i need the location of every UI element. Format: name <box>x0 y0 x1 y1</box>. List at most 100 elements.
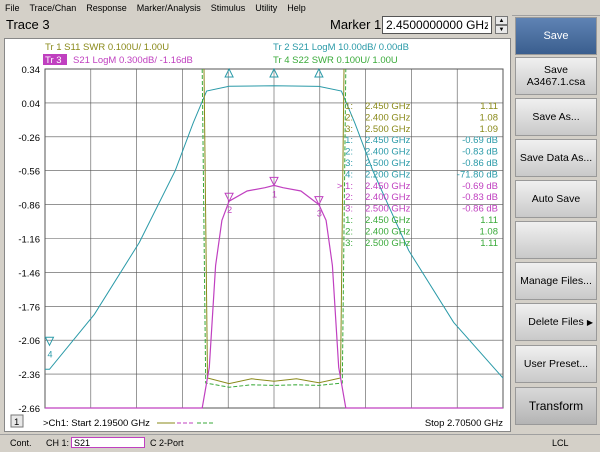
softkey-label: Auto Save <box>531 193 581 205</box>
marker-frequency-input[interactable] <box>382 16 492 34</box>
y-tick-label: -1.76 <box>18 302 40 313</box>
marker-table-id: 2: <box>345 147 353 158</box>
menu-bar: File Trace/Chan Response Marker/Analysis Sti… <box>0 0 600 16</box>
softkey-label: Save <box>543 30 569 42</box>
trace1-header: Tr 1 S11 SWR 0.100U/ 1.00U <box>45 42 169 53</box>
marker-number: 1 <box>272 189 277 199</box>
status-channel: CH 1: <box>46 438 70 448</box>
marker-table-freq: 2.500 GHz <box>365 204 411 215</box>
softkey-label: User Preset... <box>523 358 589 370</box>
menu-item-utility[interactable]: Utility <box>250 3 282 13</box>
marker-table-freq: 2.450 GHz <box>365 135 411 146</box>
softkey-user-preset[interactable]: User Preset... <box>515 345 597 383</box>
marker-table-freq: 2.200 GHz <box>365 169 411 180</box>
trace4-header: Tr 4 S22 SWR 0.100U/ 1.00U <box>273 55 398 66</box>
marker-table-value: 1.08 <box>480 112 499 123</box>
marker-table-freq: 2.500 GHz <box>365 238 411 249</box>
stop-frequency: Stop 2.70500 GHz <box>425 418 503 429</box>
softkey-auto-save[interactable]: Auto Save <box>515 180 597 218</box>
marker-table-value: 1.08 <box>480 226 499 237</box>
y-tick-label: -1.46 <box>18 268 40 279</box>
chart-svg: 0.34 0.04 -0.26 -0.56 -0.86 -1.16 -1.46 -1.76 -2… <box>10 42 504 429</box>
marker-table-id: 2: <box>345 192 353 203</box>
menu-item-marker-analysis[interactable]: Marker/Analysis <box>132 3 206 13</box>
marker-table-id: 1: <box>345 215 353 226</box>
marker-table-id: 3: <box>345 124 353 135</box>
y-tick-label: -2.36 <box>18 370 40 381</box>
active-trace-title: Trace 3 <box>6 17 50 32</box>
menu-item-response[interactable]: Response <box>81 3 132 13</box>
softkey-label: Save As... <box>532 111 580 123</box>
marker-table-id: 1: <box>345 101 353 112</box>
softkey-save-a3467-1-csa[interactable]: Save A3467.1.csa <box>515 57 597 95</box>
marker-table-freq: 2.450 GHz <box>365 215 411 226</box>
trace2-header: Tr 2 S21 LogM 10.00dB/ 0.00dB <box>273 42 409 53</box>
softkey-save[interactable]: Save <box>515 17 597 55</box>
marker-number: 3 <box>317 209 322 219</box>
toolbar: Trace 3 Marker 1 ▲ ▼ <box>0 15 512 37</box>
measurement-chart[interactable]: 0.34 0.04 -0.26 -0.56 -0.86 -1.16 -1.46 -1.76 -2… <box>4 38 511 432</box>
status-port: C 2-Port <box>150 438 184 448</box>
softkey-save-data-as[interactable]: Save Data As... <box>515 139 597 177</box>
status-bar: Cont. CH 1: S21 C 2-Port LCL <box>0 434 600 452</box>
trace3-header: S21 LogM 0.300dB/ -1.16dB <box>73 55 193 66</box>
marker-table-id: 3: <box>345 158 353 169</box>
trace3-badge: Tr 3 <box>45 55 62 66</box>
softkey-save-as[interactable]: Save As... <box>515 98 597 136</box>
softkey-transform[interactable]: Transform <box>515 387 597 425</box>
y-tick-label: 0.34 <box>22 65 41 76</box>
y-tick-label: 0.04 <box>22 99 41 110</box>
y-tick-label: -0.26 <box>18 133 40 144</box>
spin-up-icon[interactable]: ▲ <box>495 16 508 25</box>
marker-table-id: 2: <box>345 112 353 123</box>
marker-spinner[interactable]: ▲ ▼ <box>495 16 508 35</box>
marker-number: 2 <box>227 205 232 215</box>
menu-item-trace-chan[interactable]: Trace/Chan <box>25 3 82 13</box>
softkey-panel: Save Save A3467.1.csa Save As... Save Data A… <box>513 17 600 435</box>
marker-table-id: 3: <box>345 204 353 215</box>
marker-table-freq: 2.400 GHz <box>365 112 411 123</box>
y-tick-label: -1.16 <box>18 235 40 246</box>
marker-table-value: 1.11 <box>480 101 498 112</box>
marker-table-freq: 2.450 GHz <box>365 101 411 112</box>
marker-table-value: -0.83 dB <box>462 147 498 158</box>
marker-table-id: 2: <box>345 226 353 237</box>
softkey-label: Save Data As... <box>519 152 593 164</box>
status-lcl: LCL <box>552 438 569 448</box>
softkey-label: Save <box>544 64 568 76</box>
marker-table-id: 1: <box>345 135 353 146</box>
marker-table-freq: 2.400 GHz <box>365 226 411 237</box>
marker-table-value: 1.11 <box>480 238 498 249</box>
marker-number: 4 <box>47 349 52 359</box>
softkey-sublabel: A3467.1.csa <box>526 76 586 88</box>
marker-label: Marker 1 <box>330 17 382 32</box>
marker-table-value: 1.09 <box>480 124 499 135</box>
menu-item-file[interactable]: File <box>0 3 25 13</box>
softkey-delete-files[interactable]: Delete Files ▶ <box>515 303 597 341</box>
softkey-blank-5[interactable] <box>515 221 597 259</box>
status-parameter: S21 <box>71 437 145 448</box>
menu-item-stimulus[interactable]: Stimulus <box>206 3 251 13</box>
marker-table-value: -0.86 dB <box>462 158 498 169</box>
y-tick-label: -0.56 <box>18 167 40 178</box>
marker-table-value: -0.86 dB <box>462 204 498 215</box>
marker-table-value: 1.11 <box>480 215 498 226</box>
submenu-arrow-icon: ▶ <box>586 317 593 327</box>
softkey-label: Delete Files <box>528 316 584 328</box>
marker-table-freq: 2.400 GHz <box>365 192 411 203</box>
marker-table-value: -0.69 dB <box>462 135 498 146</box>
marker-table-freq: 2.500 GHz <box>365 124 411 135</box>
marker-table-freq: 2.400 GHz <box>365 147 411 158</box>
softkey-label: Transform <box>528 399 584 413</box>
marker-table-value: -0.69 dB <box>462 181 498 192</box>
status-mode: Cont. <box>10 438 32 448</box>
marker-table-id: 3: <box>345 238 353 249</box>
channel-number: 1 <box>14 417 19 428</box>
start-frequency: >Ch1: Start 2.19500 GHz <box>43 418 150 429</box>
menu-item-help[interactable]: Help <box>282 3 311 13</box>
marker-table-value: -71.80 dB <box>457 169 498 180</box>
softkey-manage-files[interactable]: Manage Files... <box>515 262 597 300</box>
y-tick-label: -2.06 <box>18 336 40 347</box>
spin-down-icon[interactable]: ▼ <box>495 25 508 34</box>
softkey-label: Manage Files... <box>520 275 592 287</box>
